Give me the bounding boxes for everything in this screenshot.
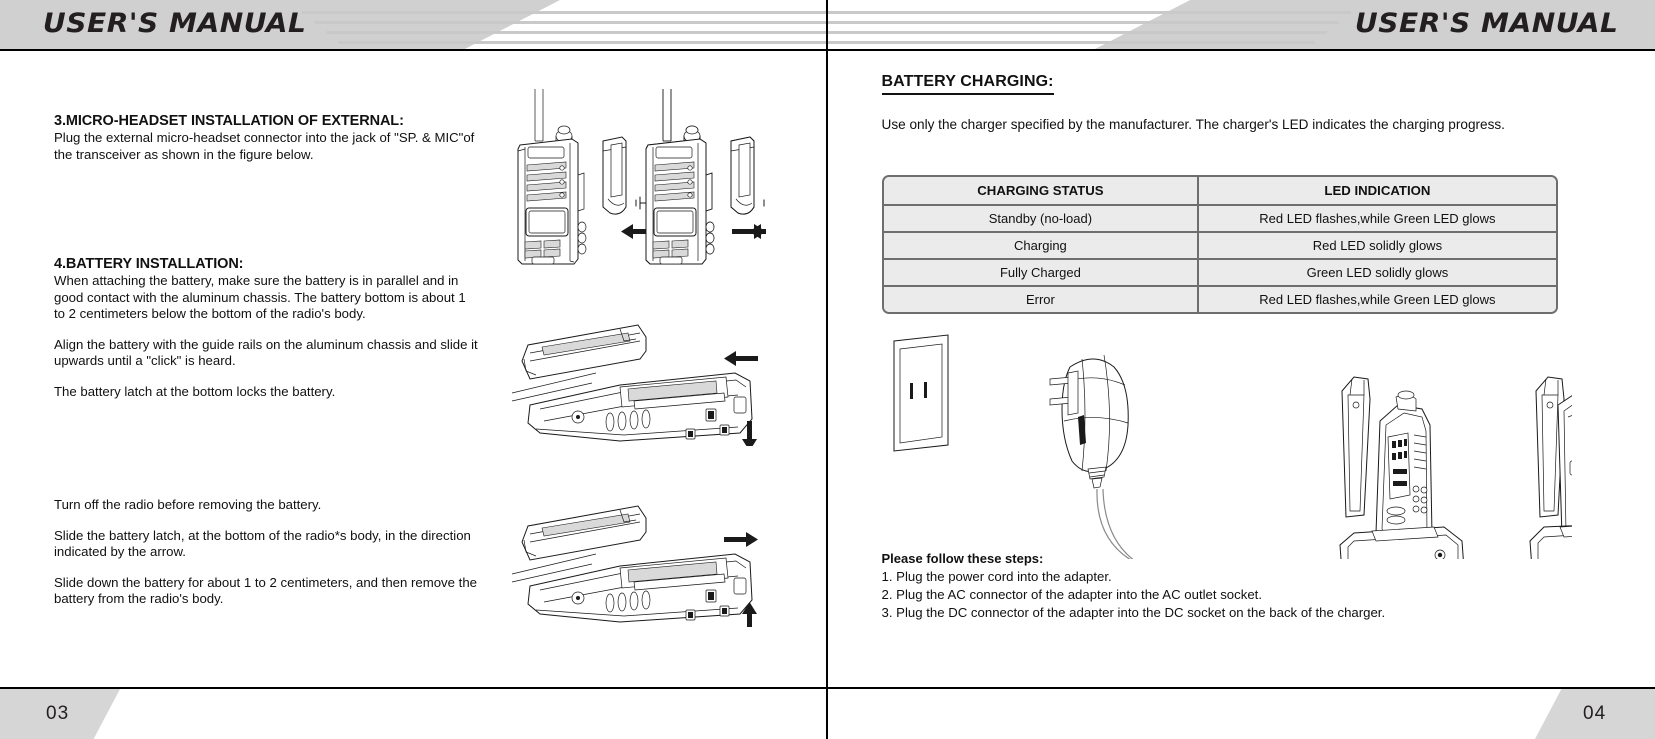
page-header-left: USER'S MANUAL [0, 0, 826, 49]
section-3-block: 3.MICRO-HEADSET INSTALLATION OF EXTERNAL… [54, 113, 478, 177]
figure-battery-remove [500, 482, 765, 627]
figure-battery-install [500, 301, 765, 446]
cell-led: Red LED flashes,while Green LED glows [1199, 206, 1556, 233]
battery-charging-intro: Use only the charger specified by the ma… [881, 117, 1505, 132]
page-left: USER'S MANUAL 3.MICRO-HEADSET INSTALLATI… [0, 0, 828, 739]
table-row: Charging Red LED solidly glows [883, 233, 1556, 260]
cell-status: Error [883, 287, 1200, 312]
header-stripes [292, 0, 826, 49]
table-row: Standby (no-load) Red LED flashes,while … [883, 206, 1556, 233]
section-4-paragraph-1: When attaching the battery, make sure th… [54, 273, 466, 322]
cell-led: Red LED flashes,while Green LED glows [1199, 287, 1556, 312]
steps-list: 1. Plug the power cord into the adapter.… [882, 568, 1562, 622]
cell-led: Green LED solidly glows [1199, 260, 1556, 287]
battery-charging-heading: BATTERY CHARGING: [881, 73, 1054, 95]
header-stripes [827, 0, 1356, 49]
section-4-block: 4.BATTERY INSTALLATION: When attaching t… [54, 256, 478, 401]
page-right-body: BATTERY CHARGING: Use only the charger s… [828, 49, 1655, 687]
page-number: 03 [0, 689, 120, 739]
page-right: USER'S MANUAL BATTERY CHARGING: Use only… [827, 0, 1655, 739]
header-title: USER'S MANUAL [1354, 8, 1619, 39]
page-left-body: 3.MICRO-HEADSET INSTALLATION OF EXTERNAL… [0, 49, 826, 687]
steps-title: Please follow these steps: [881, 551, 1044, 566]
cell-status: Standby (no-load) [883, 206, 1200, 233]
micro-headset-illustration [517, 89, 766, 265]
charging-table-wrap: CHARGING STATUS LED INDICATION Standby (… [881, 175, 1558, 314]
column-header-charging-status: CHARGING STATUS [883, 177, 1200, 206]
removal-paragraph-3: Slide down the battery for about 1 to 2 … [54, 574, 477, 607]
charging-setup-illustration [893, 334, 1572, 559]
page-header-right: USER'S MANUAL [827, 0, 1655, 49]
wall-outlet-icon [893, 334, 948, 452]
section-4-paragraph-3: The battery latch at the bottom locks th… [54, 383, 336, 399]
page-footer-left: 03 [0, 687, 826, 739]
removal-paragraph-1: Turn off the radio before removing the b… [54, 497, 322, 512]
footer-rule [827, 687, 1655, 689]
section-3-heading: 3.MICRO-HEADSET INSTALLATION OF EXTERNAL… [54, 113, 404, 129]
battery-install-illustration [511, 324, 758, 446]
section-4-paragraph-2: Align the battery with the guide rails o… [54, 336, 478, 369]
figure-charging-setup [882, 329, 1572, 559]
charging-steps-block: Please follow these steps: 1. Plug the p… [882, 551, 1562, 622]
charger-with-radio-illustration [1338, 376, 1464, 559]
cell-status: Fully Charged [883, 260, 1200, 287]
page-number: 04 [1535, 689, 1655, 739]
step-item: 1. Plug the power cord into the adapter. [881, 569, 1112, 584]
battery-charging-block: BATTERY CHARGING: Use only the charger s… [881, 73, 1572, 148]
table-header-row: CHARGING STATUS LED INDICATION [883, 177, 1556, 206]
step-item: 3. Plug the DC connector of the adapter … [881, 605, 1386, 620]
table-row: Fully Charged Green LED solidly glows [883, 260, 1556, 287]
header-title: USER'S MANUAL [42, 8, 307, 39]
table-row: Error Red LED flashes,while Green LED gl… [883, 287, 1556, 312]
figure-micro-headset [498, 89, 766, 269]
section-4-heading: 4.BATTERY INSTALLATION: [54, 256, 244, 272]
battery-removal-block: Turn off the radio before removing the b… [54, 497, 478, 608]
step-item: 2. Plug the AC connector of the adapter … [881, 587, 1262, 602]
page-footer-right: 04 [827, 687, 1655, 739]
removal-paragraph-2: Slide the battery latch, at the bottom o… [54, 527, 471, 560]
section-3-body: Plug the external micro-headset connecto… [54, 130, 475, 162]
power-adapter-illustration [1049, 354, 1129, 489]
charger-with-battery-illustration [1528, 376, 1572, 559]
cell-led: Red LED solidly glows [1199, 233, 1556, 260]
manual-spread: USER'S MANUAL 3.MICRO-HEADSET INSTALLATI… [0, 0, 1655, 739]
footer-rule [0, 687, 826, 689]
charging-status-table: CHARGING STATUS LED INDICATION Standby (… [881, 175, 1558, 314]
column-header-led-indication: LED INDICATION [1199, 177, 1556, 206]
cell-status: Charging [883, 233, 1200, 260]
battery-remove-illustration [511, 505, 758, 627]
